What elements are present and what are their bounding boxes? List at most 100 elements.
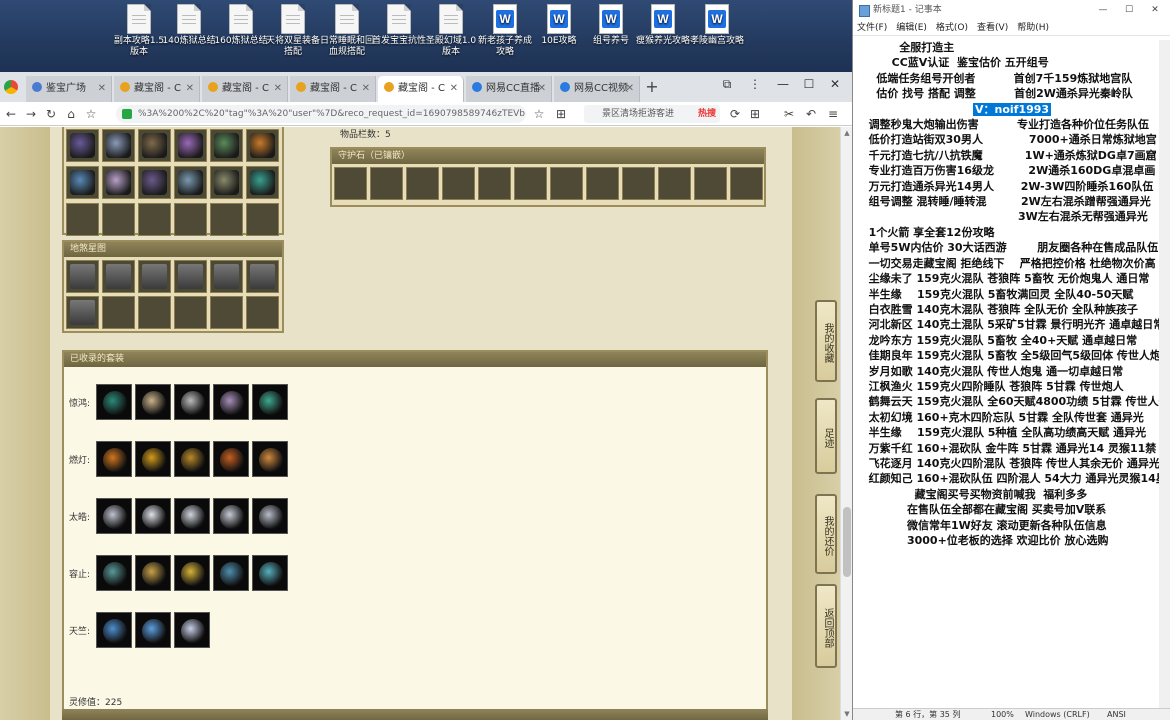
- inventory-item[interactable]: [102, 166, 135, 199]
- menu-icon[interactable]: ≡: [824, 105, 842, 123]
- grid-icon[interactable]: ⊞: [552, 105, 570, 123]
- tab-close-icon[interactable]: ✕: [626, 76, 634, 102]
- bookmark-star-icon[interactable]: ☆: [82, 105, 100, 123]
- summon-beast[interactable]: [66, 260, 99, 293]
- set-item[interactable]: [252, 441, 288, 477]
- notepad-minimize[interactable]: —: [1090, 0, 1116, 20]
- new-tab-button[interactable]: +: [642, 76, 662, 98]
- notepad-scrollbar[interactable]: [1159, 40, 1170, 708]
- home-icon[interactable]: ⌂: [62, 105, 80, 123]
- desktop-icon[interactable]: W 10E攻略: [532, 4, 586, 47]
- inventory-item[interactable]: [138, 129, 171, 162]
- inventory-item[interactable]: [138, 166, 171, 199]
- set-item[interactable]: [135, 384, 171, 420]
- set-item[interactable]: [135, 612, 171, 648]
- desktop-icon[interactable]: W 瘦猴养光攻略: [636, 4, 690, 47]
- desktop-icon[interactable]: W 组号养号: [584, 4, 638, 47]
- tab-close-icon[interactable]: ✕: [186, 76, 194, 102]
- set-item[interactable]: [174, 384, 210, 420]
- star-icon[interactable]: ☆: [530, 105, 548, 123]
- set-item[interactable]: [213, 441, 249, 477]
- desktop-icon[interactable]: 首发宝宝抗性: [372, 4, 426, 47]
- set-item[interactable]: [135, 441, 171, 477]
- set-item[interactable]: [252, 384, 288, 420]
- inventory-item[interactable]: [66, 129, 99, 162]
- browser-tab[interactable]: 藏宝阁 - C ✕: [378, 76, 464, 102]
- browser-tab[interactable]: 鉴宝广场 ✕: [26, 76, 112, 102]
- notepad-close[interactable]: ✕: [1142, 0, 1168, 20]
- set-item[interactable]: [96, 555, 132, 591]
- scroll-down-icon[interactable]: ▼: [841, 708, 852, 720]
- desktop-icon[interactable]: 160炼狱总结: [214, 4, 268, 47]
- minimize-button[interactable]: —: [770, 72, 796, 96]
- desktop-icon[interactable]: 140炼狱总结: [162, 4, 216, 47]
- desktop-icon[interactable]: 日常睡眠和回血规搭配: [320, 4, 374, 58]
- set-item[interactable]: [252, 498, 288, 534]
- set-item[interactable]: [135, 498, 171, 534]
- browser-tab[interactable]: 藏宝阁 - C ✕: [202, 76, 288, 102]
- side-button[interactable]: 我的还价: [815, 494, 837, 574]
- inventory-item[interactable]: [246, 166, 279, 199]
- set-item[interactable]: [252, 555, 288, 591]
- inventory-item[interactable]: [210, 129, 243, 162]
- browser-tab[interactable]: 藏宝阁 - C ✕: [114, 76, 200, 102]
- side-button[interactable]: 返回顶部: [815, 584, 837, 668]
- tab-close-icon[interactable]: ✕: [362, 76, 370, 102]
- selected-text[interactable]: V：noif1993: [973, 102, 1052, 116]
- inventory-item[interactable]: [174, 166, 207, 199]
- browser-tab[interactable]: 网易CC视频 ✕: [554, 76, 640, 102]
- tab-close-icon[interactable]: ✕: [450, 76, 458, 102]
- pin-icon[interactable]: ⋮: [742, 72, 768, 96]
- side-button[interactable]: 足迹: [815, 398, 837, 474]
- desktop-icon[interactable]: W 孝陵幽宫攻略: [690, 4, 744, 47]
- desktop-icon[interactable]: 天将双星装备搭配: [266, 4, 320, 58]
- set-item[interactable]: [174, 498, 210, 534]
- notepad-maximize[interactable]: ☐: [1116, 0, 1142, 20]
- set-item[interactable]: [96, 441, 132, 477]
- set-item[interactable]: [174, 555, 210, 591]
- summon-beast[interactable]: [66, 296, 99, 329]
- summon-beast[interactable]: [102, 260, 135, 293]
- set-item[interactable]: [96, 498, 132, 534]
- browser-tab[interactable]: 藏宝阁 - C ✕: [290, 76, 376, 102]
- maximize-button[interactable]: ☐: [796, 72, 822, 96]
- inventory-item[interactable]: [66, 166, 99, 199]
- back-icon[interactable]: ←: [2, 105, 20, 123]
- set-item[interactable]: [213, 555, 249, 591]
- refresh-icon[interactable]: ⟳: [726, 105, 744, 123]
- notepad-menu-item[interactable]: 格式(O): [936, 23, 968, 33]
- notepad-text-area[interactable]: 全服打造主 CC蓝V认证 鉴宝估价 五开组号 低端任务组号开创者 首创7千159…: [853, 40, 1159, 708]
- tab-close-icon[interactable]: ✕: [98, 76, 106, 102]
- cut-icon[interactable]: ✂: [780, 105, 798, 123]
- scroll-thumb[interactable]: [843, 507, 851, 577]
- tab-close-icon[interactable]: ✕: [274, 76, 282, 102]
- set-item[interactable]: [174, 441, 210, 477]
- set-item[interactable]: [174, 612, 210, 648]
- set-item[interactable]: [135, 555, 171, 591]
- page-scrollbar[interactable]: ▲ ▼: [840, 127, 852, 720]
- scroll-up-icon[interactable]: ▲: [841, 127, 852, 139]
- desktop-icon[interactable]: 圣殿幻域1.0版本: [424, 4, 478, 58]
- set-item[interactable]: [213, 384, 249, 420]
- inventory-item[interactable]: [102, 129, 135, 162]
- desktop-icon[interactable]: 副本攻略1.5版本: [112, 4, 166, 58]
- restore-icon[interactable]: ⧉: [714, 72, 740, 96]
- set-item[interactable]: [213, 498, 249, 534]
- apps-icon[interactable]: ⊞: [746, 105, 764, 123]
- inventory-item[interactable]: [174, 129, 207, 162]
- notepad-menu-item[interactable]: 查看(V): [977, 23, 1008, 33]
- side-button[interactable]: 我的收藏: [815, 300, 837, 382]
- inventory-item[interactable]: [246, 129, 279, 162]
- set-item[interactable]: [96, 384, 132, 420]
- close-button[interactable]: ✕: [822, 72, 848, 96]
- notepad-menu-item[interactable]: 编辑(E): [896, 23, 927, 33]
- summon-beast[interactable]: [210, 260, 243, 293]
- summon-beast[interactable]: [246, 260, 279, 293]
- notepad-menu-item[interactable]: 帮助(H): [1017, 23, 1049, 33]
- desktop-icon[interactable]: W 新老孩子养成攻略: [478, 4, 532, 58]
- url-input[interactable]: %3A%200%2C%20"tag"%3A%20"user"%7D&reco_r…: [116, 105, 526, 123]
- search-box[interactable]: 景区清场拒游客进 热搜: [584, 105, 720, 123]
- tab-close-icon[interactable]: ✕: [538, 76, 546, 102]
- undo-icon[interactable]: ↶: [802, 105, 820, 123]
- set-item[interactable]: [96, 612, 132, 648]
